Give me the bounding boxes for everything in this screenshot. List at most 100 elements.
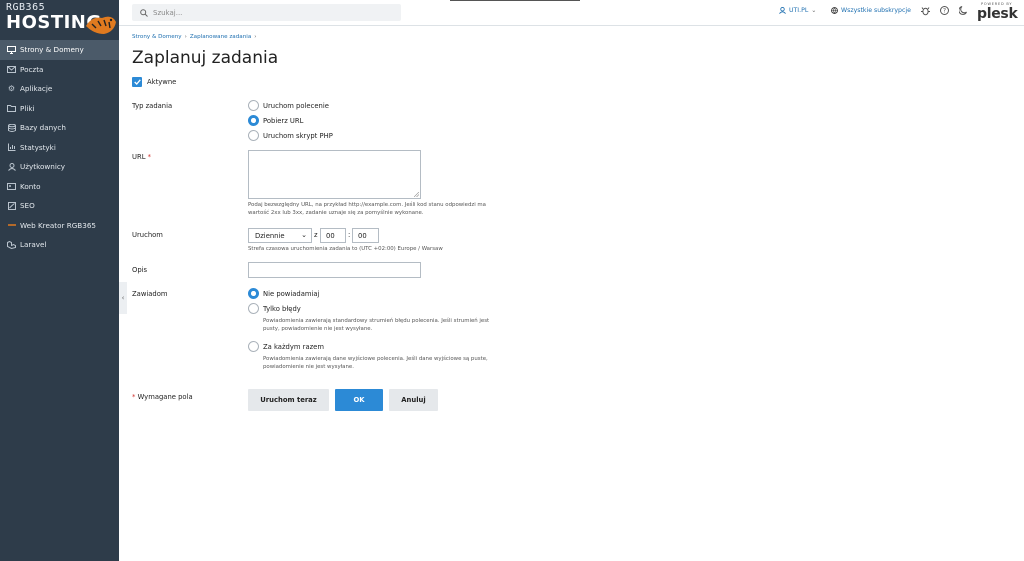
- notify-radio-errors[interactable]: [248, 303, 259, 314]
- resize-handle-icon: [414, 192, 419, 197]
- trend-icon: [7, 201, 16, 210]
- cancel-button[interactable]: Anuluj: [389, 389, 438, 411]
- sidebar-item-stats[interactable]: Statystyki: [0, 138, 119, 158]
- sidebar-item-account[interactable]: Konto: [0, 177, 119, 197]
- chevron-down-icon: ⌄: [811, 7, 817, 14]
- top-divider: [450, 0, 580, 1]
- sidebar-item-label: Laravel: [20, 240, 47, 250]
- description-input[interactable]: [248, 262, 421, 278]
- bug-icon[interactable]: [921, 6, 930, 16]
- sidebar-item-domains[interactable]: Strony & Domeny: [0, 40, 119, 60]
- sidebar-item-laravel[interactable]: Laravel: [0, 235, 119, 255]
- hint-line: powiadomienie nie jest wysyłane.: [263, 364, 354, 370]
- description-label: Opis: [132, 266, 148, 274]
- sidebar-item-users[interactable]: Użytkownicy: [0, 157, 119, 177]
- hint-line: pusty, powiadomienie nie jest wysyłane.: [263, 326, 373, 332]
- required-marker: *: [132, 393, 136, 401]
- page-title: Zaplanuj zadania: [132, 48, 279, 68]
- active-checkbox[interactable]: [132, 77, 142, 87]
- gear-icon: ⚙: [7, 84, 16, 94]
- time-separator: :: [348, 231, 351, 239]
- builder-icon: [7, 221, 16, 230]
- url-textarea[interactable]: [248, 150, 421, 199]
- active-checkbox-label: Aktywne: [147, 78, 177, 86]
- notify-radio-none[interactable]: [248, 288, 259, 299]
- sidebar-item-label: Statystyki: [20, 142, 56, 152]
- search-input[interactable]: Szukaj...: [132, 4, 401, 21]
- user-name: UTI.PL: [789, 7, 809, 14]
- chevron-down-icon: ⌄: [301, 231, 307, 239]
- task-type-radio-php[interactable]: [248, 130, 259, 141]
- notify-radio-always[interactable]: [248, 341, 259, 352]
- monitor-icon: [7, 45, 16, 54]
- logo[interactable]: RGB365 HOSTING: [6, 2, 116, 38]
- url-label: URL *: [132, 153, 151, 161]
- run-minute-input[interactable]: 00: [352, 228, 379, 243]
- sidebar-item-label: Pliki: [20, 103, 35, 113]
- breadcrumb: Strony & Domeny › Zaplanowane zadania ›: [132, 34, 260, 40]
- sidebar-item-label: SEO: [20, 201, 35, 211]
- run-hour-input[interactable]: 00: [320, 228, 346, 243]
- ok-button[interactable]: OK: [335, 389, 383, 411]
- run-at-word: z: [314, 231, 318, 239]
- notify-option-errors[interactable]: Tylko błędy: [263, 305, 301, 313]
- task-type-radio-command[interactable]: [248, 100, 259, 111]
- required-marker: *: [147, 153, 152, 161]
- sidebar-item-label: Bazy danych: [20, 123, 66, 133]
- notify-always-hint: Powiadomienia zawierają dane wyjściowe p…: [263, 355, 488, 371]
- task-type-option-php[interactable]: Uruchom skrypt PHP: [263, 132, 333, 140]
- url-hint-line: wartość 2xx lub 3xx, zadanie uznaje się …: [248, 210, 424, 216]
- notify-option-none[interactable]: Nie powiadamiaj: [263, 290, 319, 298]
- laravel-icon: [7, 240, 16, 249]
- sidebar-item-files[interactable]: Pliki: [0, 99, 119, 119]
- tiger-logo-icon: [86, 16, 116, 34]
- help-icon[interactable]: ?: [940, 6, 949, 15]
- notify-label: Zawiadom: [132, 290, 168, 298]
- task-type-radio-url[interactable]: [248, 115, 259, 126]
- run-label: Uruchom: [132, 231, 163, 239]
- sidebar-item-mail[interactable]: Poczta: [0, 60, 119, 80]
- sidebar-item-label: Użytkownicy: [20, 162, 66, 172]
- run-now-button[interactable]: Uruchom teraz: [248, 389, 329, 411]
- user-icon: [779, 7, 786, 14]
- check-icon: [133, 79, 141, 85]
- required-fields-note: * Wymagane pola: [132, 393, 193, 401]
- notify-option-always[interactable]: Za każdym razem: [263, 343, 324, 351]
- sidebar-item-apps[interactable]: ⚙ Aplikacje: [0, 79, 119, 99]
- sidebar-item-seo[interactable]: SEO: [0, 196, 119, 216]
- hint-line: Powiadomienia zawierają dane wyjściowe p…: [263, 356, 488, 362]
- url-label-text: URL: [132, 153, 146, 161]
- breadcrumb-item-domains[interactable]: Strony & Domeny: [132, 34, 182, 40]
- sidebar-item-databases[interactable]: Bazy danych: [0, 118, 119, 138]
- run-frequency-select[interactable]: Dziennie ⌄: [248, 228, 312, 243]
- task-type-label: Typ zadania: [132, 102, 173, 110]
- topbar: Szukaj... UTI.PL ⌄ Wszystkie subskrypcje…: [119, 0, 1024, 26]
- sidebar-item-label: Strony & Domeny: [20, 45, 84, 55]
- sidebar-item-label: Konto: [20, 181, 41, 191]
- sidebar-item-label: Aplikacje: [20, 84, 53, 94]
- mail-icon: [7, 65, 16, 74]
- svg-text:?: ?: [943, 8, 946, 15]
- url-hint-line: Podaj bezwzględny URL, na przykład http:…: [248, 202, 486, 208]
- sidebar-nav: Strony & Domeny Poczta ⚙ Aplikacje Pliki…: [0, 40, 119, 255]
- plesk-logo: plesk: [977, 6, 1018, 22]
- timezone-hint: Strefa czasowa uruchomienia zadania to (…: [248, 246, 443, 252]
- globe-icon: [831, 7, 838, 14]
- breadcrumb-separator: ›: [184, 34, 187, 40]
- sidebar-item-webbuilder[interactable]: Web Kreator RGB365: [0, 216, 119, 236]
- notify-errors-hint: Powiadomienia zawierają standardowy stru…: [263, 317, 489, 333]
- breadcrumb-separator: ›: [254, 34, 257, 40]
- run-frequency-value: Dziennie: [255, 231, 285, 240]
- user-menu[interactable]: UTI.PL ⌄: [779, 7, 816, 14]
- folder-icon: [7, 104, 16, 113]
- task-type-option-command[interactable]: Uruchom polecenie: [263, 102, 329, 110]
- subscriptions-menu[interactable]: Wszystkie subskrypcje: [831, 7, 911, 14]
- sidebar-collapse-button[interactable]: ‹: [119, 282, 127, 314]
- database-icon: [7, 123, 16, 132]
- user-icon: [7, 162, 16, 171]
- moon-icon[interactable]: [959, 6, 967, 15]
- sidebar-item-label: Poczta: [20, 64, 44, 74]
- required-fields-text: Wymagane pola: [137, 393, 193, 401]
- breadcrumb-item-scheduled-tasks[interactable]: Zaplanowane zadania: [190, 34, 251, 40]
- task-type-option-url[interactable]: Pobierz URL: [263, 117, 303, 125]
